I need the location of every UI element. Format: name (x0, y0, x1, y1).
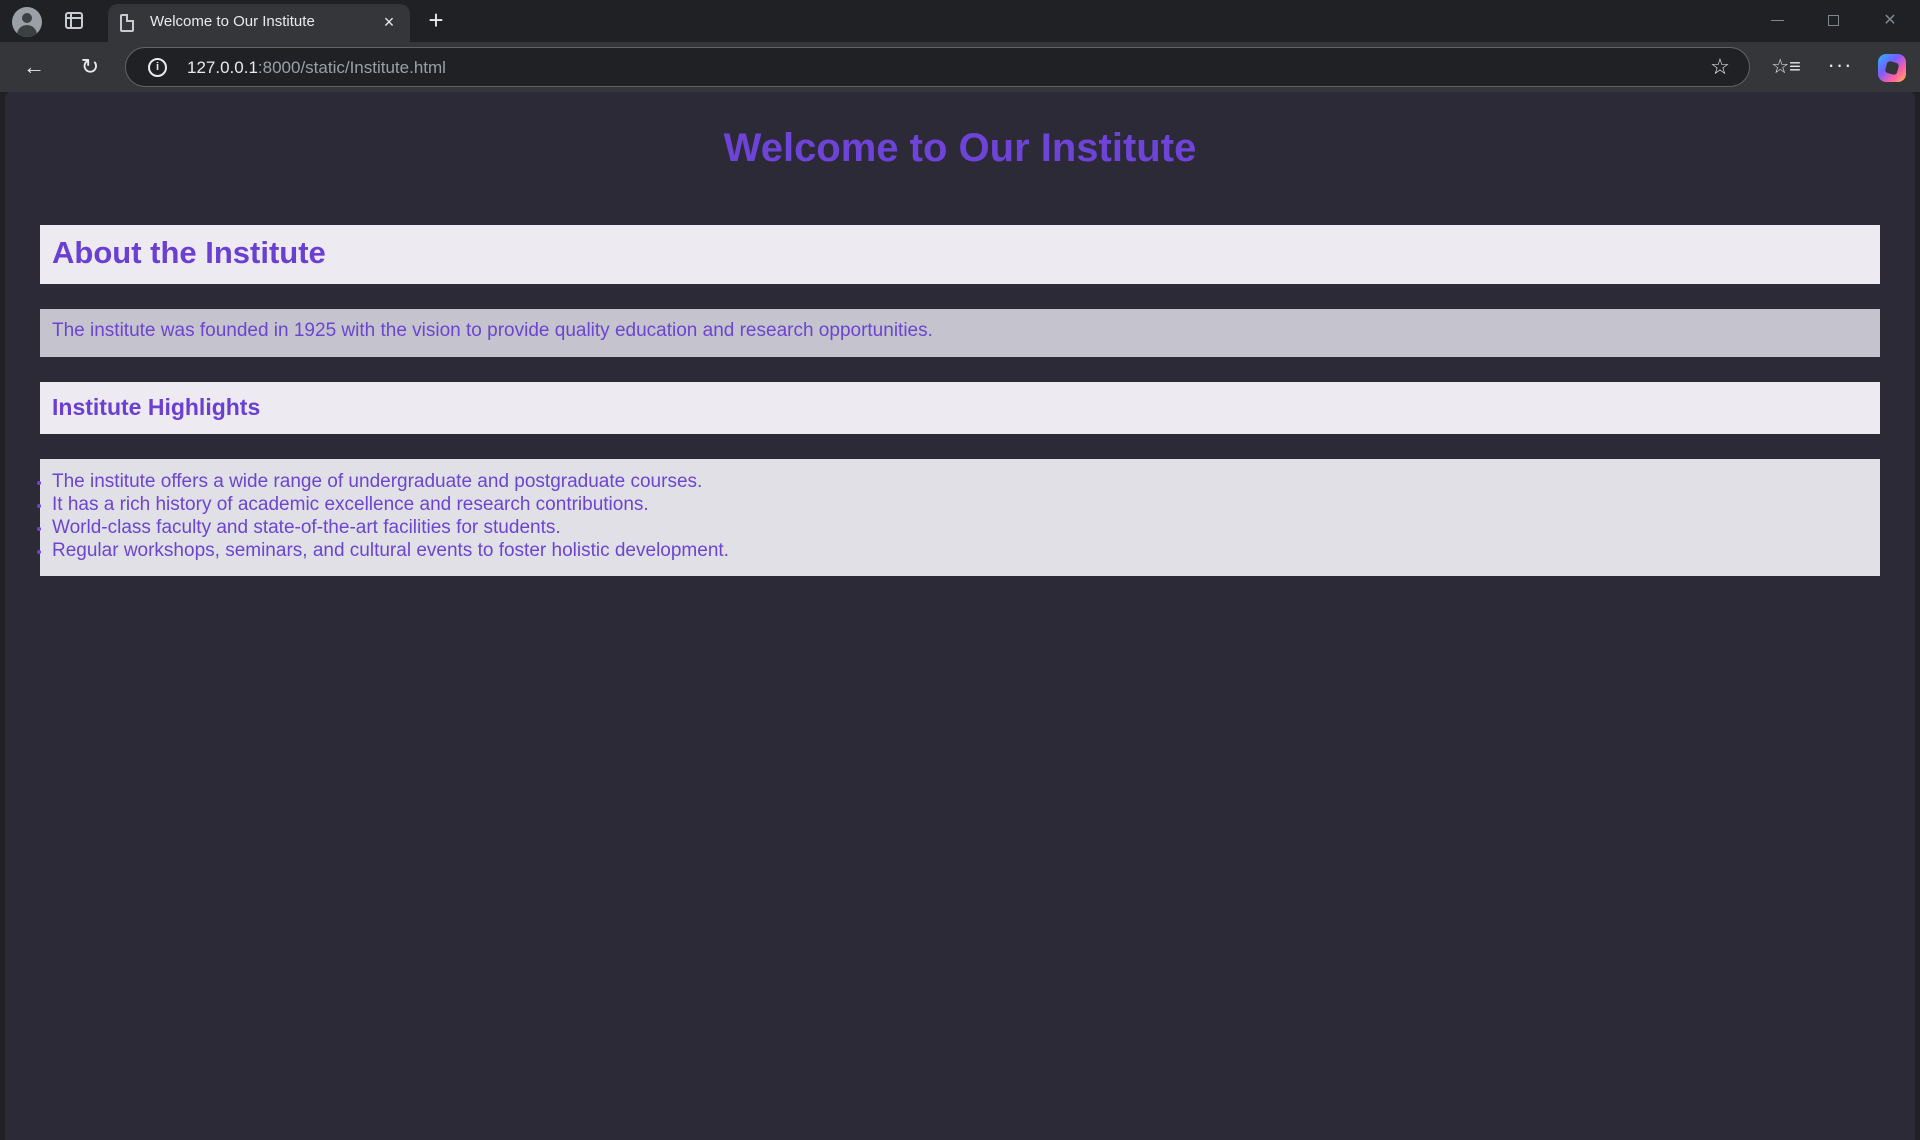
minimize-button[interactable] (1757, 8, 1797, 34)
minimize-icon (1770, 20, 1784, 22)
url-host: 127.0.0.1 (187, 58, 258, 77)
restore-icon (1827, 15, 1839, 27)
profile-shoulders-shape (17, 25, 37, 37)
close-icon: ✕ (1883, 12, 1897, 29)
tab-actions-icon[interactable] (65, 12, 83, 29)
list-item: World-class faculty and state-of-the-art… (52, 516, 729, 539)
about-section-text: The institute was founded in 1925 with t… (40, 309, 1880, 357)
tab-close-button[interactable]: × (378, 11, 400, 33)
site-info-icon[interactable]: i (148, 58, 167, 77)
star-icon[interactable]: ☆ (1706, 53, 1734, 81)
highlights-list-container: The institute offers a wide range of und… (40, 459, 1880, 576)
browser-toolbar: ← ↻ i 127.0.0.1:8000/static/Institute.ht… (0, 42, 1920, 92)
favorites-icon[interactable]: ☆≡ (1770, 51, 1802, 83)
reload-icon[interactable]: ↻ (74, 51, 106, 83)
tab-strip: Welcome to Our Institute × + ✕ (0, 0, 1920, 42)
more-icon[interactable]: ··· (1824, 51, 1856, 83)
profile-avatar-icon[interactable] (12, 7, 42, 37)
close-window-button[interactable]: ✕ (1870, 8, 1910, 34)
list-item: It has a rich history of academic excell… (52, 493, 729, 516)
page-viewport: Welcome to Our Institute About the Insti… (5, 92, 1915, 1140)
about-section-header: About the Institute (40, 225, 1880, 284)
highlights-list: The institute offers a wide range of und… (52, 470, 729, 562)
list-item: The institute offers a wide range of und… (52, 470, 729, 493)
highlights-section-header: Institute Highlights (40, 382, 1880, 434)
url-text[interactable]: 127.0.0.1:8000/static/Institute.html (187, 58, 446, 78)
page-icon (120, 14, 134, 32)
about-heading: About the Institute (52, 235, 326, 270)
active-tab[interactable]: Welcome to Our Institute × (108, 4, 410, 42)
about-paragraph: The institute was founded in 1925 with t… (52, 320, 933, 341)
list-item: Regular workshops, seminars, and cultura… (52, 539, 729, 562)
highlights-heading: Institute Highlights (52, 394, 261, 420)
url-path: :8000/static/Institute.html (257, 58, 446, 77)
page-title: Welcome to Our Institute (723, 126, 1197, 170)
new-tab-button[interactable]: + (422, 6, 450, 34)
copilot-icon[interactable] (1878, 54, 1906, 82)
back-arrow-icon[interactable]: ← (18, 51, 50, 83)
profile-head-shape (22, 13, 32, 23)
tab-title: Welcome to Our Institute (150, 13, 315, 30)
address-bar[interactable]: i 127.0.0.1:8000/static/Institute.html ☆ (125, 47, 1750, 87)
restore-button[interactable] (1813, 8, 1853, 34)
